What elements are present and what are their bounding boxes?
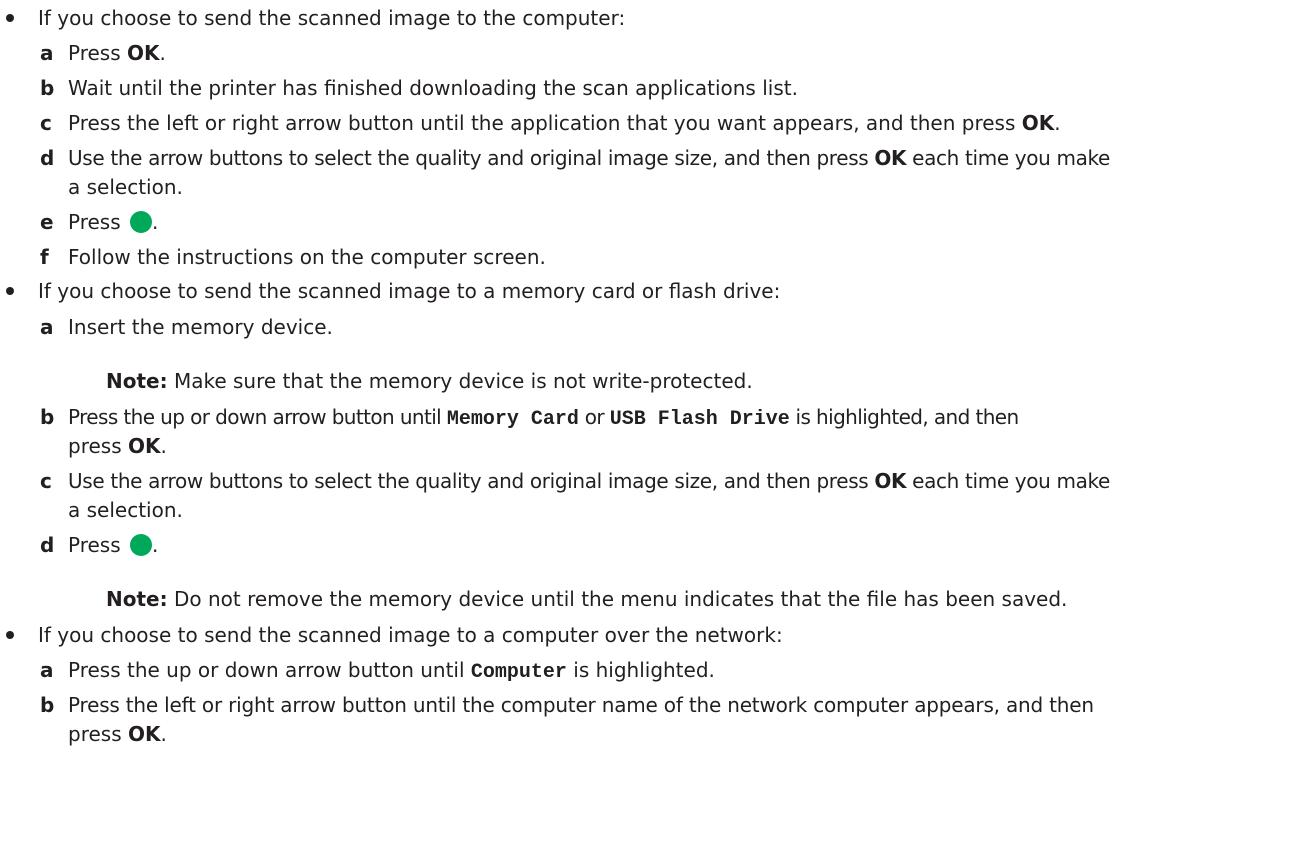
step-text: Insert the memory device. bbox=[68, 315, 333, 339]
step-continuation: a selection. bbox=[68, 175, 183, 199]
section-intro: If you choose to send the scanned image … bbox=[38, 6, 626, 30]
step-continuation: press OK. bbox=[68, 434, 167, 458]
step-letter: c bbox=[40, 469, 52, 493]
start-button-icon bbox=[130, 534, 152, 556]
ok-label: OK bbox=[874, 146, 907, 170]
note-label: Note: bbox=[106, 369, 168, 393]
ok-label: OK bbox=[1021, 111, 1055, 135]
bullet-icon bbox=[6, 287, 14, 295]
step-text: Press the left or right arrow button unt… bbox=[68, 111, 1061, 135]
step-letter: a bbox=[40, 658, 54, 682]
ok-label: OK bbox=[127, 434, 161, 458]
section-intro: If you choose to send the scanned image … bbox=[38, 279, 781, 303]
bullet-icon bbox=[6, 631, 14, 639]
step-continuation: a selection. bbox=[68, 498, 183, 522]
step-text: Press . bbox=[68, 210, 159, 234]
step-text: Use the arrow buttons to select the qual… bbox=[68, 469, 1111, 493]
step-text: Follow the instructions on the computer … bbox=[68, 245, 546, 269]
step-letter: c bbox=[40, 111, 52, 135]
note-label: Note: bbox=[106, 587, 168, 611]
note: Note: Do not remove the memory device un… bbox=[106, 587, 1068, 611]
step-letter: b bbox=[40, 693, 55, 717]
menu-option-memory-card: Memory Card bbox=[446, 408, 579, 431]
step-letter: a bbox=[40, 315, 54, 339]
step-text: Press the left or right arrow button unt… bbox=[68, 693, 1094, 717]
step-text: Press the up or down arrow button until … bbox=[68, 658, 715, 684]
ok-label: OK bbox=[127, 41, 160, 65]
step-text: Press . bbox=[68, 533, 159, 557]
step-text: Press OK. bbox=[68, 41, 166, 65]
step-text: Wait until the printer has finished down… bbox=[68, 76, 798, 100]
step-continuation: press OK. bbox=[68, 722, 167, 746]
step-text: Press the up or down arrow button until … bbox=[68, 405, 1019, 431]
note: Note: Make sure that the memory device i… bbox=[106, 369, 753, 393]
step-text: Use the arrow buttons to select the qual… bbox=[68, 146, 1111, 170]
section-intro: If you choose to send the scanned image … bbox=[38, 623, 783, 647]
step-letter: a bbox=[40, 41, 54, 65]
step-letter: d bbox=[40, 146, 55, 170]
ok-label: OK bbox=[127, 722, 161, 746]
step-letter: e bbox=[40, 210, 54, 234]
step-letter: f bbox=[40, 245, 49, 269]
bullet-icon bbox=[6, 14, 14, 22]
menu-option-computer: Computer bbox=[470, 661, 567, 684]
menu-option-usb-flash-drive: USB Flash Drive bbox=[609, 408, 790, 431]
ok-label: OK bbox=[874, 469, 907, 493]
step-letter: b bbox=[40, 76, 55, 100]
step-letter: d bbox=[40, 533, 55, 557]
start-button-icon bbox=[130, 211, 152, 233]
step-letter: b bbox=[40, 405, 55, 429]
